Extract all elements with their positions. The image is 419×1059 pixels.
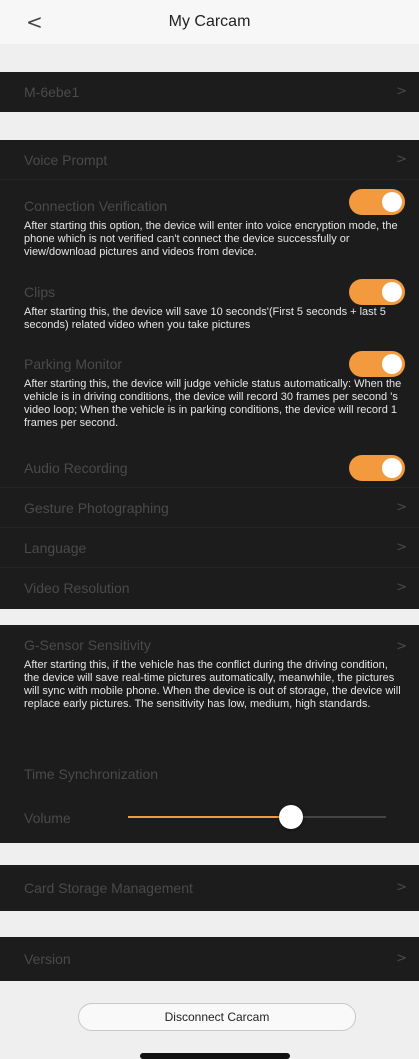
parking-monitor-toggle[interactable]: [349, 351, 405, 377]
toggle-knob: [382, 354, 402, 374]
voice-prompt-row[interactable]: Voice Prompt >: [0, 140, 419, 180]
connection-verification-description: After starting this option, the device w…: [24, 220, 398, 258]
volume-slider-fill: [128, 816, 291, 818]
nav-header: < My Carcam: [0, 0, 419, 44]
gesture-photographing-row[interactable]: Gesture Photographing >: [0, 488, 419, 528]
connection-verification-toggle[interactable]: [349, 189, 405, 215]
language-label: Language: [24, 540, 87, 556]
card-storage-row[interactable]: Card Storage Management >: [0, 865, 419, 911]
chevron-right-icon: >: [396, 880, 407, 895]
device-section: M-6ebe1 >: [0, 72, 419, 112]
volume-row: Volume: [0, 793, 419, 843]
voice-prompt-label: Voice Prompt: [24, 152, 108, 168]
clips-toggle[interactable]: [349, 279, 405, 305]
volume-label: Volume: [24, 810, 71, 826]
storage-section: Card Storage Management >: [0, 865, 419, 911]
chevron-right-icon: >: [396, 580, 407, 595]
g-sensor-row[interactable]: G-Sensor Sensitivity >: [0, 625, 419, 659]
video-resolution-label: Video Resolution: [24, 580, 130, 596]
card-storage-label: Card Storage Management: [24, 880, 193, 896]
time-sync-row[interactable]: Time Synchronization: [0, 755, 419, 793]
chevron-right-icon: >: [396, 951, 407, 966]
chevron-right-icon: >: [396, 500, 407, 515]
volume-slider-thumb[interactable]: [278, 805, 303, 829]
toggle-knob: [382, 192, 402, 212]
page-title: My Carcam: [168, 13, 251, 30]
version-row[interactable]: Version >: [0, 937, 419, 981]
gesture-photographing-label: Gesture Photographing: [24, 500, 169, 516]
chevron-right-icon: >: [396, 540, 407, 555]
device-name: M-6ebe1: [24, 84, 80, 100]
sensor-section: G-Sensor Sensitivity > After starting th…: [0, 625, 419, 843]
connection-verification-label: Connection Verification: [24, 198, 168, 214]
version-label: Version: [24, 951, 71, 967]
toggle-knob: [382, 282, 402, 302]
volume-slider-track[interactable]: [128, 805, 386, 829]
parking-monitor-row: Parking Monitor: [0, 350, 419, 378]
time-sync-label: Time Synchronization: [24, 766, 159, 782]
audio-recording-toggle[interactable]: [349, 455, 405, 481]
disconnect-button[interactable]: Disconnect Carcam: [78, 1003, 356, 1031]
home-indicator: [140, 1053, 290, 1059]
parking-monitor-description: After starting this, the device will jud…: [24, 378, 402, 429]
g-sensor-label: G-Sensor Sensitivity: [24, 637, 151, 653]
connection-verification-row: Connection Verification: [0, 180, 419, 220]
audio-recording-label: Audio Recording: [24, 460, 128, 476]
clips-row: Clips: [0, 278, 419, 306]
clips-description: After starting this, the device will sav…: [24, 306, 386, 331]
toggle-knob: [382, 458, 402, 478]
audio-recording-row: Audio Recording: [0, 448, 419, 488]
video-resolution-row[interactable]: Video Resolution >: [0, 568, 419, 608]
chevron-right-icon: >: [396, 152, 407, 167]
g-sensor-description: After starting this, if the vehicle has …: [24, 659, 401, 710]
device-row[interactable]: M-6ebe1 >: [0, 72, 419, 112]
chevron-right-icon: >: [396, 84, 407, 99]
chevron-right-icon: >: [396, 639, 407, 654]
language-row[interactable]: Language >: [0, 528, 419, 568]
clips-label: Clips: [24, 284, 56, 300]
version-section: Version >: [0, 937, 419, 981]
parking-monitor-label: Parking Monitor: [24, 356, 123, 372]
settings-section: Voice Prompt > Connection Verification A…: [0, 140, 419, 609]
